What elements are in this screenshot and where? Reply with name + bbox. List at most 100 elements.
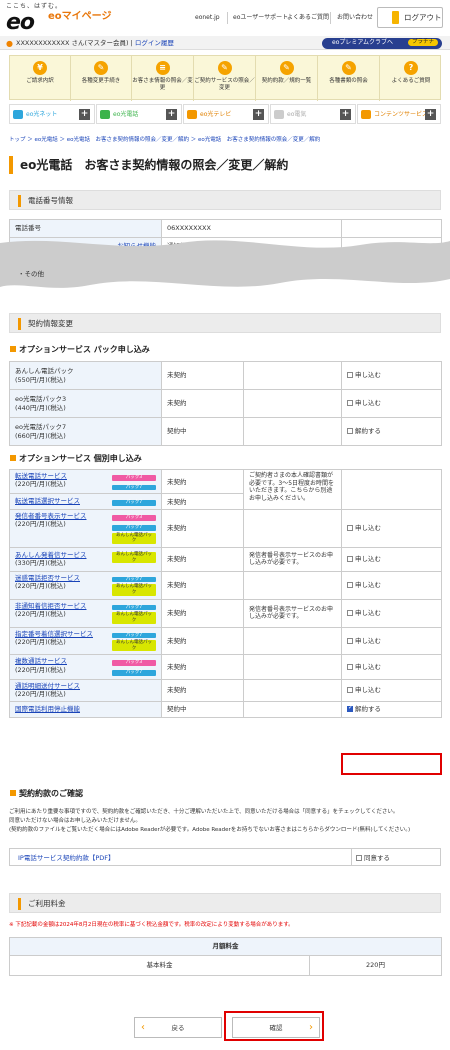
pack-checkbox[interactable]: 申し込む — [341, 389, 442, 418]
main-menu: ¥ ご請求内訳 ✎ 各種変更手続き ≡ お客さま情報の照会／変更 ✎ ご契約サービスの照… — [9, 55, 442, 101]
option-status: 契約中 — [161, 700, 244, 718]
option-checkbox[interactable]: 申し込む — [341, 570, 442, 600]
plus-icon[interactable]: + — [79, 109, 90, 120]
pack-tag: パック3 — [112, 660, 156, 666]
denki-icon — [274, 110, 284, 119]
option-price: (220円/月)(税込) — [15, 480, 66, 489]
individual-subtitle: オプションサービス 個別申し込み — [10, 454, 142, 464]
pack-tag: あんしん電話パック — [112, 612, 156, 624]
question-icon: ? — [404, 61, 418, 75]
option-name-link[interactable]: 通話明細送付サービス — [15, 682, 80, 690]
contract-icon: ✎ — [279, 61, 294, 75]
mypage-title[interactable]: eoマイページ — [48, 11, 111, 24]
option-status: 未契約 — [161, 626, 244, 656]
contents-icon — [361, 110, 371, 119]
logout-button[interactable]: ログアウト — [377, 7, 443, 28]
eo-logo[interactable]: eo — [6, 9, 35, 37]
plus-icon[interactable]: + — [166, 109, 177, 120]
agree-checkbox[interactable]: 同意する — [356, 854, 390, 862]
option-name-link[interactable]: 国際電話利用停止機能 — [15, 705, 80, 713]
breadcrumb[interactable]: トップ ＞ eo光電話 ＞ eo光電話 お客さま契約情報の照会／変更／解約 ＞ … — [9, 137, 320, 144]
option-note: 発信者番号表示サービスのお申し込みが必要です。 — [243, 546, 342, 572]
pack-tag: あんしん電話パック — [112, 584, 156, 596]
service-eo-denki[interactable]: eo電気 + — [270, 104, 356, 124]
plus-icon[interactable]: + — [253, 109, 264, 120]
pack-tag: パック7 — [112, 632, 156, 639]
option-note — [243, 700, 342, 718]
pack-tag: パック7 — [112, 484, 156, 491]
pack-tag: パック7 — [112, 576, 156, 583]
user-name: XXXXXXXXXXXX さん(マスター会員) | ログイン履歴 — [16, 39, 174, 47]
option-price: (220円/月)(税込) — [15, 690, 66, 699]
pack-tag: パック7 — [112, 524, 156, 531]
option-checkbox[interactable]: 申し込む — [341, 509, 442, 548]
menu-item-billing[interactable]: ¥ ご請求内訳 — [10, 56, 71, 101]
service-eo-net[interactable]: eo光ネット + — [9, 104, 95, 124]
option-checkbox[interactable]: 申し込む — [341, 598, 442, 628]
door-icon — [392, 11, 399, 24]
service-eo-tv[interactable]: eo光テレビ + — [183, 104, 269, 124]
pack-tag: パック3 — [112, 515, 156, 521]
pdf-link[interactable]: IP電話サービス契約約款【PDF】 — [18, 854, 115, 862]
menu-item-procedures[interactable]: ✎ 各種変更手続き — [71, 56, 132, 101]
option-status: 未契約 — [161, 509, 244, 548]
option-row: パック3 パック7 あんしん電話パック 発信者番号表示サービス (220円/月)(税込)… — [9, 509, 442, 548]
pack-status: 未契約 — [161, 361, 244, 390]
doc-icon: ≡ — [155, 61, 170, 75]
option-checkbox[interactable]: 申し込む — [341, 654, 442, 680]
option-row: パック7 あんしん電話パック 迷惑電話拒否サービス (220円/月)(税込) 未契約 申し… — [9, 570, 442, 600]
pack-checkbox[interactable]: 申し込む — [341, 361, 442, 390]
menu-item-documents[interactable]: ✎ 各種書類の照会 — [318, 56, 380, 101]
link-contact[interactable]: お問い合わせ — [337, 14, 373, 22]
option-status: 未契約 — [161, 570, 244, 600]
option-price: (220円/月)(税込) — [15, 637, 66, 646]
option-name-link[interactable]: 複数通話サービス — [15, 657, 67, 665]
option-checkbox[interactable]: ✓ 解約する — [341, 700, 442, 718]
pack-name: eo光電話パック7 (660円/月)(税込) — [9, 417, 162, 446]
edit-icon: ✎ — [94, 61, 108, 75]
contract-section-header: 契約情報変更 — [9, 313, 441, 333]
login-history-link[interactable]: ログイン履歴 — [135, 39, 174, 47]
option-name-link[interactable]: 指定番号着信選択サービス — [15, 630, 93, 638]
option-checkbox[interactable]: 申し込む — [341, 626, 442, 656]
plus-icon[interactable]: + — [425, 109, 436, 120]
option-name-link[interactable]: あんしん発着信サービス — [15, 551, 87, 559]
option-price: (330円/月)(税込) — [15, 559, 66, 568]
option-checkbox[interactable]: 申し込む — [341, 678, 442, 702]
phone-icon — [100, 110, 110, 119]
menu-item-faq[interactable]: ? よくあるご質問 — [380, 56, 442, 101]
option-row: 通話明細送付サービス (220円/月)(税込) 未契約 申し込む — [9, 678, 442, 702]
option-name-link[interactable]: 迷惑電話拒否サービス — [15, 574, 80, 582]
fee-value: 220円 — [309, 955, 442, 976]
link-support[interactable]: eoユーザーサポート — [233, 14, 288, 22]
option-note — [243, 678, 342, 702]
pack-tag: あんしん電話パック — [112, 532, 156, 544]
option-price: (220円/月)(税込) — [15, 665, 66, 674]
phone-section-header: 電話番号情報 — [9, 190, 441, 210]
option-row: パック7 あんしん電話パック 非通知着信拒否サービス (220円/月)(税込) 未契約発… — [9, 598, 442, 628]
option-note: 発信者番号表示サービスのお申し込みが必要です。 — [243, 598, 342, 628]
option-name-link[interactable]: 転送電話選択サービス — [15, 497, 80, 505]
option-checkbox[interactable]: 申し込む — [341, 546, 442, 572]
plus-icon[interactable]: + — [340, 109, 351, 120]
divider — [330, 12, 331, 24]
premium-club-button[interactable]: eoプレミアムクラブへ プラチナ — [322, 38, 442, 49]
service-eo-phone[interactable]: eo光電話 + — [96, 104, 182, 124]
service-contents[interactable]: コンテンツサービス + — [357, 104, 441, 124]
option-row: パック3 パック7 転送電話サービス (220円/月)(税込) 未契約 ご契約者さまの本人… — [9, 468, 442, 511]
back-button[interactable]: ‹ 戻る — [134, 1017, 222, 1038]
link-faq[interactable]: よくあるご質問 — [287, 14, 329, 22]
option-note — [243, 570, 342, 600]
service-bar: eo光ネット + eo光電話 + eo光テレビ + eo電気 + コンテンツサービス + — [9, 104, 441, 124]
menu-item-services[interactable]: ✎ ご契約サービスの照会／変更 — [194, 56, 256, 101]
option-name-link[interactable]: 非通知着信拒否サービス — [15, 602, 87, 610]
menu-item-contracts[interactable]: ✎ 契約約款／規約一覧 — [256, 56, 318, 101]
pack-checkbox[interactable]: 解約する — [341, 417, 442, 446]
menu-item-customer-info[interactable]: ≡ お客さま情報の照会／変更 — [132, 56, 194, 101]
option-name-link[interactable]: 転送電話サービス — [15, 472, 67, 480]
option-status: 未契約 — [161, 493, 244, 511]
pack-name: eo光電話パック3 (440円/月)(税込) — [9, 389, 162, 418]
link-eonet[interactable]: eonet.jp — [195, 14, 220, 22]
pack-tag: あんしん電話パック — [112, 640, 156, 652]
service-icon: ✎ — [217, 61, 232, 75]
